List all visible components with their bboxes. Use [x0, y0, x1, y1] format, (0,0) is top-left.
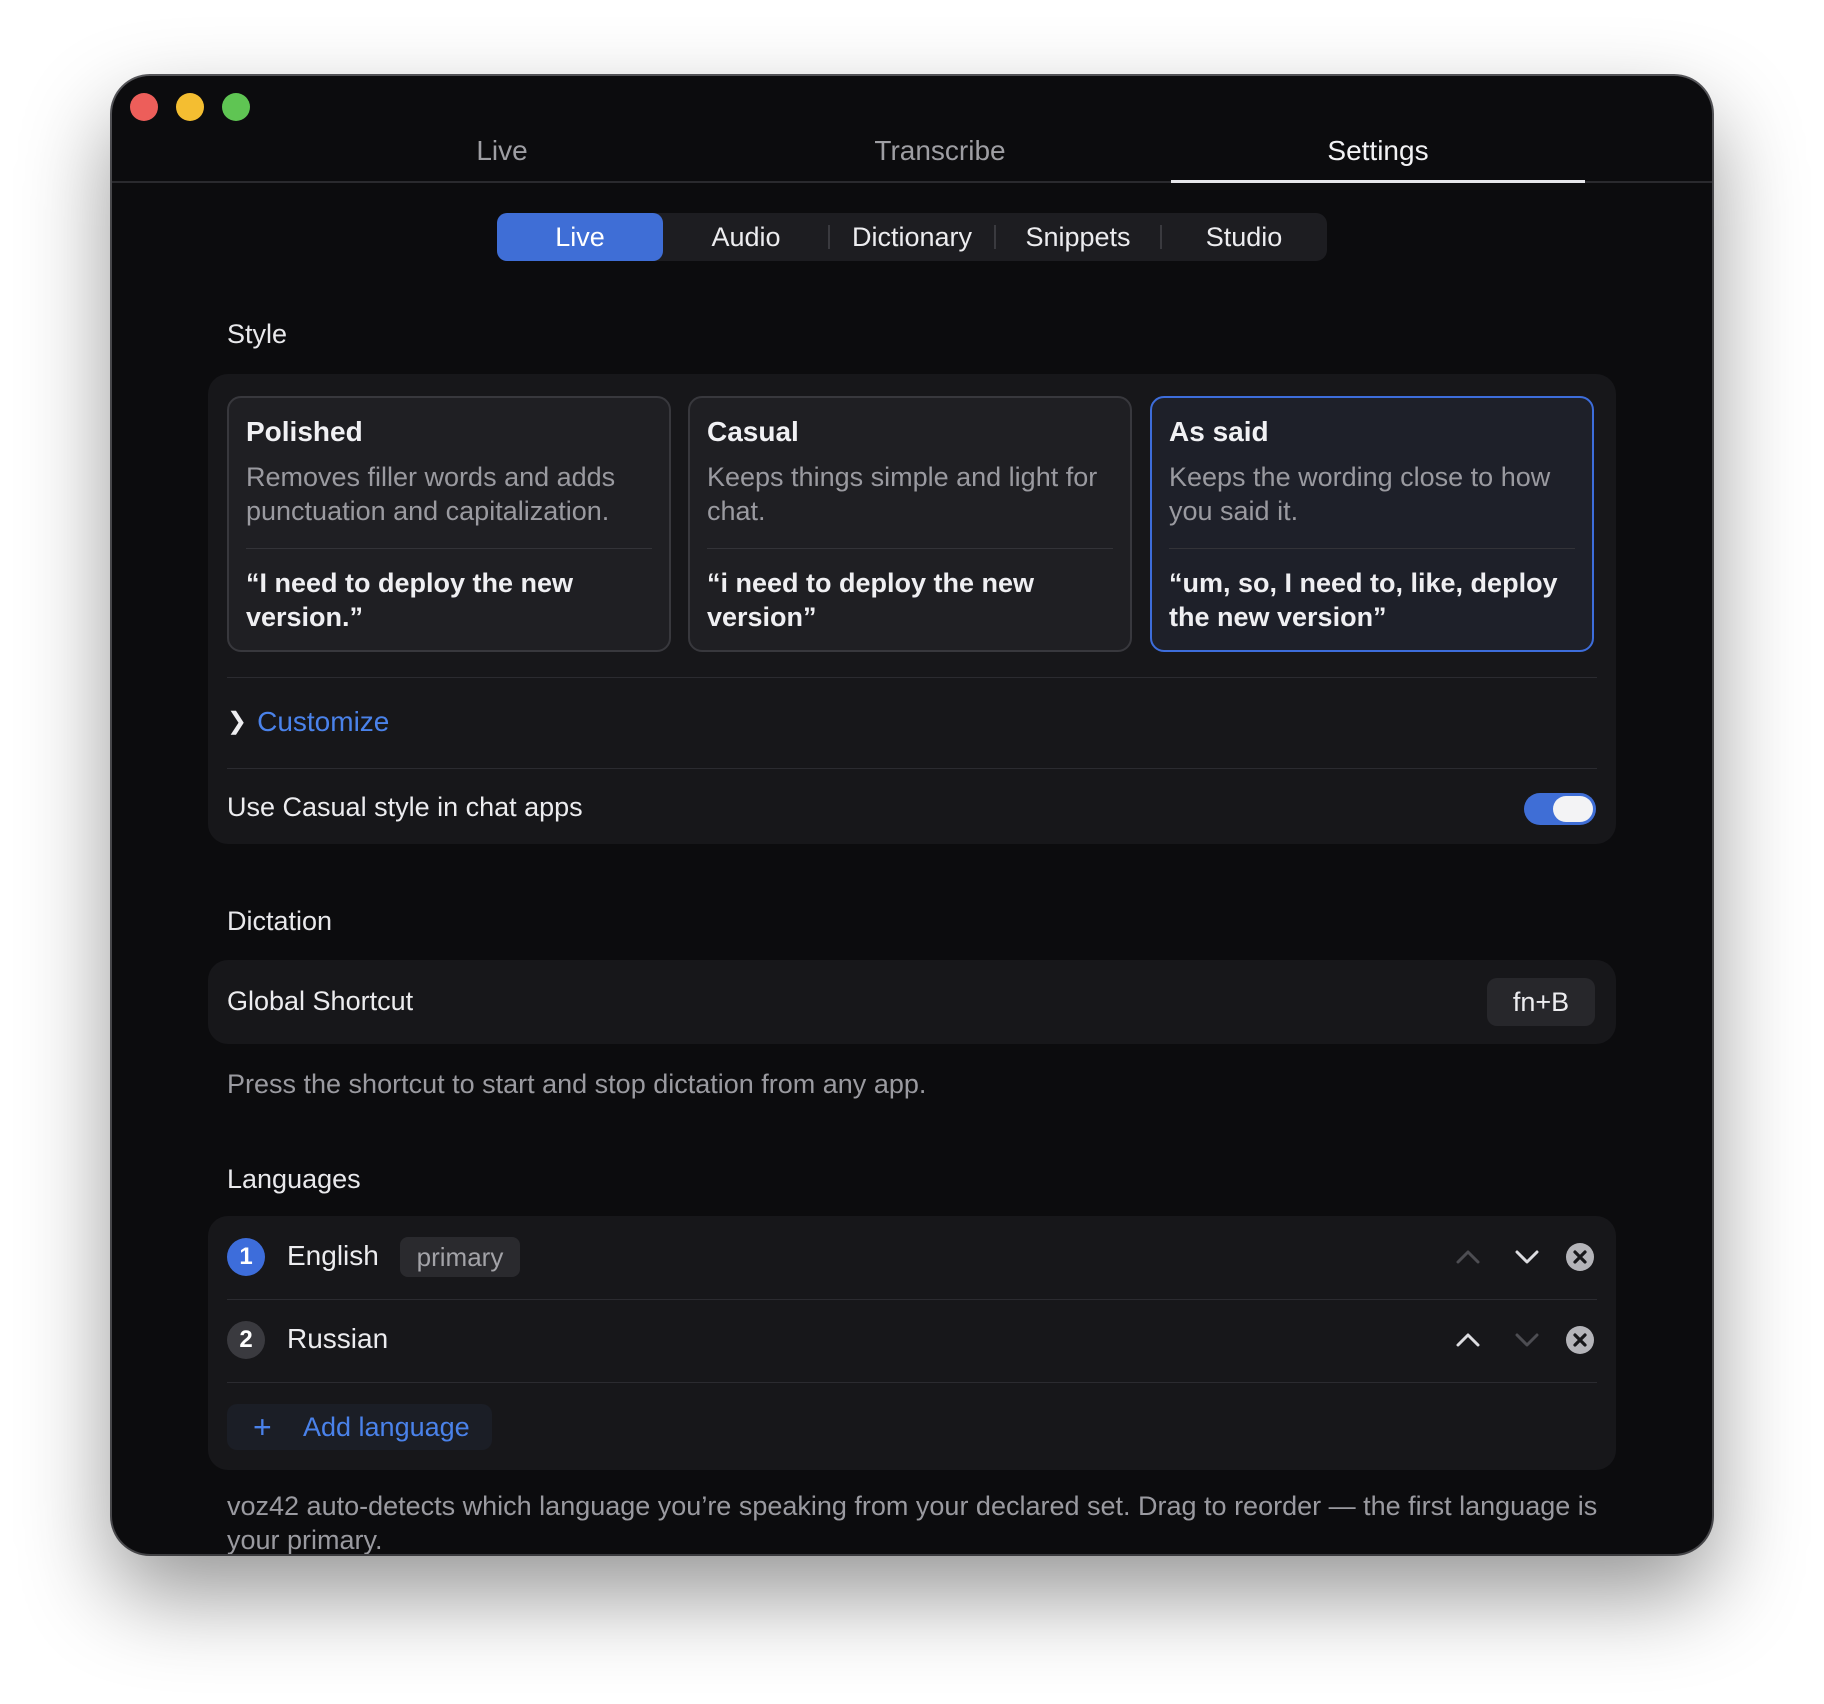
segment-live[interactable]: Live — [497, 213, 663, 261]
chevron-up-icon — [1452, 1324, 1484, 1356]
languages-help-text: voz42 auto-detects which language you’re… — [227, 1491, 1598, 1554]
card-title: Casual — [707, 416, 799, 447]
divider — [227, 1382, 1597, 1383]
add-language-label: Add language — [303, 1412, 470, 1442]
chevron-down-icon — [1511, 1241, 1543, 1273]
card-title: As said — [1169, 416, 1269, 447]
customize-label: Customize — [257, 706, 390, 737]
move-up-english-button[interactable] — [1452, 1241, 1484, 1273]
card-divider — [707, 548, 1113, 549]
move-down-russian-button[interactable] — [1511, 1324, 1543, 1356]
style-card-polished[interactable]: Polished Removes filler words and adds p… — [227, 396, 671, 652]
plus-icon: + — [253, 1409, 272, 1445]
dictation-panel — [208, 960, 1616, 1044]
chevron-up-icon — [1452, 1241, 1484, 1273]
style-card-as-said[interactable]: As said Keeps the wording close to how y… — [1150, 396, 1594, 652]
card-divider — [246, 548, 652, 549]
card-description: Keeps things simple and light for chat. — [707, 462, 1098, 526]
divider — [227, 1299, 1597, 1300]
remove-circle-icon — [1564, 1241, 1596, 1273]
global-shortcut-label: Global Shortcut — [227, 986, 414, 1016]
shortcut-recorder[interactable]: fn+B — [1487, 978, 1595, 1026]
language-name-english: English — [287, 1240, 379, 1271]
chevron-right-icon: ❯ — [227, 708, 248, 735]
move-up-russian-button[interactable] — [1452, 1324, 1484, 1356]
card-example: “um, so, I need to, like, deploy the new… — [1169, 568, 1558, 632]
segment-snippets[interactable]: Snippets — [995, 213, 1161, 261]
casual-chat-toggle-label: Use Casual style in chat apps — [227, 792, 583, 822]
top-tab-bar: Live Transcribe Settings — [112, 76, 1712, 183]
languages-section-title: Languages — [227, 1164, 361, 1194]
primary-badge: primary — [400, 1237, 520, 1277]
tab-transcribe[interactable]: Transcribe — [733, 134, 1147, 183]
remove-circle-icon — [1564, 1324, 1596, 1356]
language-name-russian: Russian — [287, 1323, 389, 1354]
card-divider — [1169, 548, 1575, 549]
remove-english-button[interactable] — [1564, 1241, 1596, 1273]
remove-russian-button[interactable] — [1564, 1324, 1596, 1356]
settings-window: Live Transcribe Settings Live Audio Dict… — [112, 76, 1712, 1554]
style-card-casual[interactable]: Casual Keeps things simple and light for… — [688, 396, 1132, 652]
settings-section-picker: Live Audio Dictionary Snippets Studio — [497, 213, 1327, 261]
divider — [227, 768, 1597, 769]
card-title: Polished — [246, 416, 363, 447]
card-example: “i need to deploy the new version” — [707, 568, 1035, 632]
chevron-down-icon — [1511, 1324, 1543, 1356]
language-order-badge: 1 — [227, 1238, 265, 1276]
segment-studio[interactable]: Studio — [1161, 213, 1327, 261]
card-description: Removes filler words and adds punctuatio… — [246, 462, 616, 526]
casual-chat-toggle[interactable] — [1524, 793, 1596, 825]
segment-dictionary[interactable]: Dictionary — [829, 213, 995, 261]
dictation-help-text: Press the shortcut to start and stop dic… — [227, 1069, 927, 1099]
card-description: Keeps the wording close to how you said … — [1169, 462, 1551, 526]
tab-settings[interactable]: Settings — [1171, 134, 1585, 183]
dictation-section-title: Dictation — [227, 906, 333, 936]
divider — [227, 677, 1597, 678]
card-example: “I need to deploy the new version.” — [246, 568, 574, 632]
toggle-knob — [1553, 796, 1593, 822]
add-language-button[interactable]: + Add language — [227, 1404, 492, 1450]
style-section-title: Style — [227, 319, 288, 349]
language-order-badge: 2 — [227, 1321, 265, 1359]
customize-disclosure[interactable]: ❯ Customize — [227, 706, 389, 742]
segment-audio[interactable]: Audio — [663, 213, 829, 261]
tab-live[interactable]: Live — [295, 134, 709, 183]
move-down-english-button[interactable] — [1511, 1241, 1543, 1273]
